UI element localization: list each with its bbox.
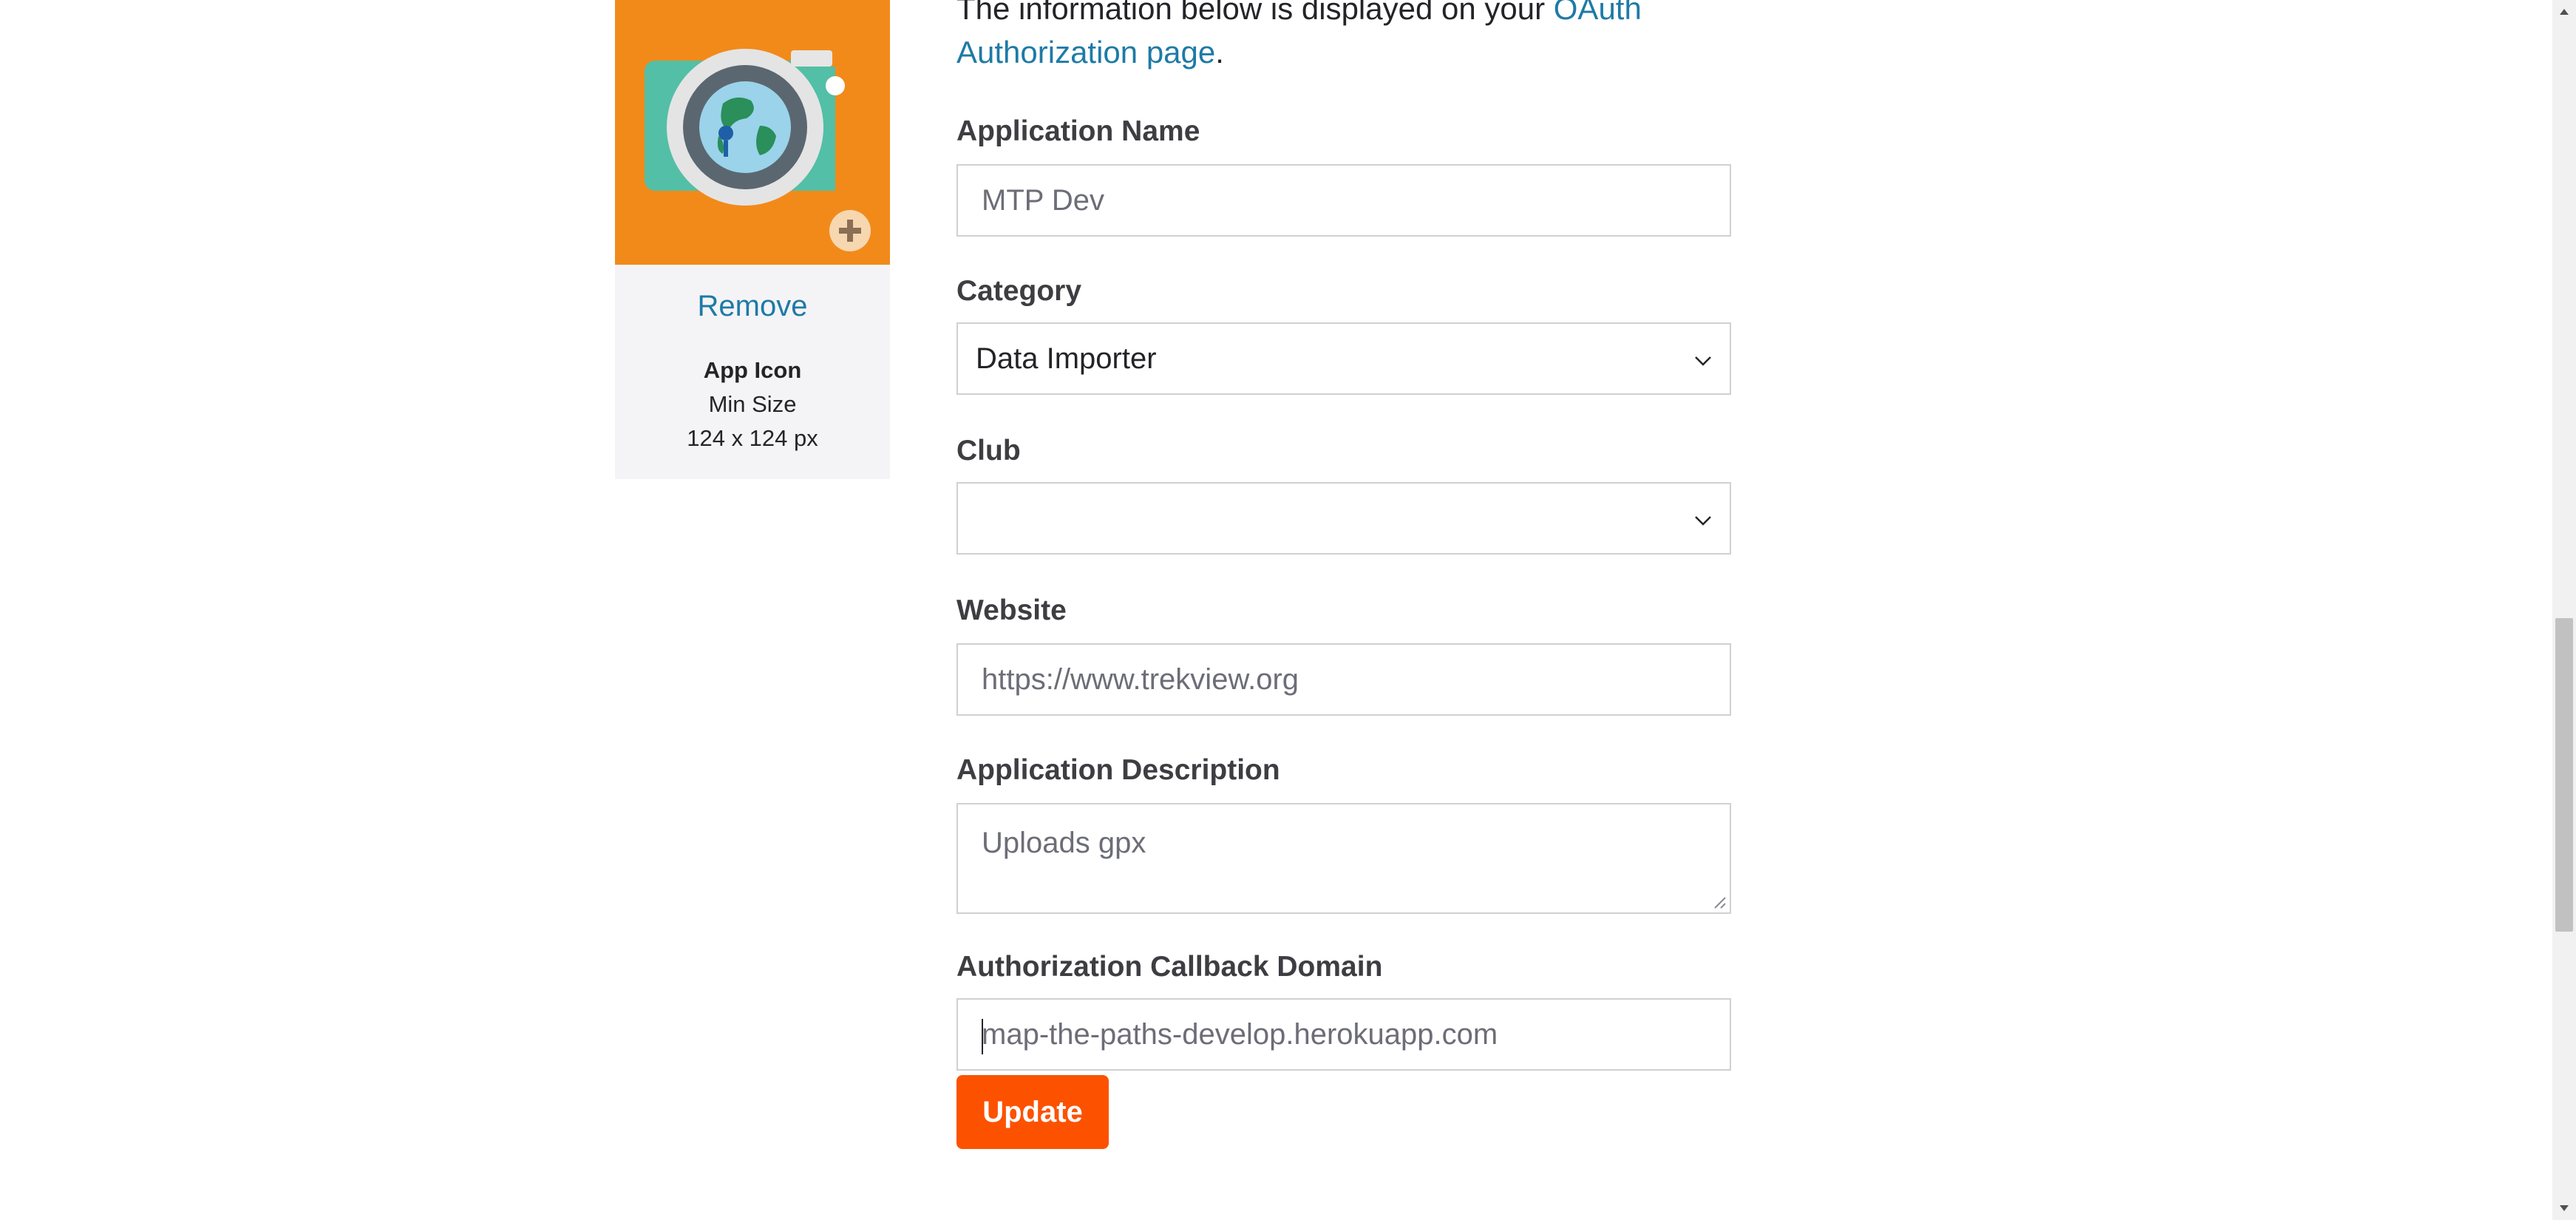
vertical-scrollbar[interactable] (2552, 0, 2576, 1220)
description-label: Application Description (956, 754, 1280, 786)
description-textarea[interactable]: Uploads gpx (956, 803, 1731, 914)
page: Remove App Icon Min Size 124 x 124 px Th… (0, 0, 2576, 1220)
intro-text: The information below is displayed on yo… (956, 0, 1733, 74)
intro-text-suffix: . (1215, 35, 1224, 70)
app-name-label: Application Name (956, 115, 1200, 147)
chevron-down-icon (1695, 516, 1711, 526)
app-icon-panel: Remove App Icon Min Size 124 x 124 px (615, 0, 890, 479)
plus-circle-icon[interactable] (828, 209, 872, 253)
app-icon-image[interactable] (615, 0, 890, 265)
description-value: Uploads gpx (982, 827, 1146, 859)
category-select-value: Data Importer (976, 342, 1157, 375)
club-select[interactable] (956, 482, 1731, 555)
text-caret (982, 1019, 983, 1054)
remove-icon-link[interactable]: Remove (615, 290, 890, 323)
icon-title: App Icon (703, 357, 802, 383)
update-button[interactable]: Update (956, 1075, 1109, 1149)
callback-domain-value: map-the-paths-develop.herokuapp.com (982, 1017, 1498, 1051)
category-label: Category (956, 275, 1082, 307)
website-label: Website (956, 594, 1067, 626)
club-label: Club (956, 435, 1021, 467)
intro-text-body: The information below is displayed on yo… (956, 0, 1554, 26)
icon-min-size-value: 124 x 124 px (687, 425, 818, 451)
website-input[interactable]: https://www.trekview.org (956, 643, 1731, 716)
icon-size-info: App Icon Min Size 124 x 124 px (615, 353, 890, 455)
category-select[interactable]: Data Importer (956, 322, 1731, 395)
scrollbar-thumb[interactable] (2555, 618, 2573, 932)
callback-domain-input[interactable]: map-the-paths-develop.herokuapp.com (956, 998, 1731, 1071)
chevron-down-icon (1695, 356, 1711, 366)
callback-domain-label: Authorization Callback Domain (956, 951, 1383, 983)
resize-handle-icon[interactable] (1709, 892, 1727, 909)
scroll-up-arrow-icon[interactable] (2552, 0, 2576, 24)
app-name-input[interactable]: MTP Dev (956, 164, 1731, 237)
icon-min-size-label: Min Size (708, 391, 797, 417)
scroll-down-arrow-icon[interactable] (2552, 1196, 2576, 1220)
